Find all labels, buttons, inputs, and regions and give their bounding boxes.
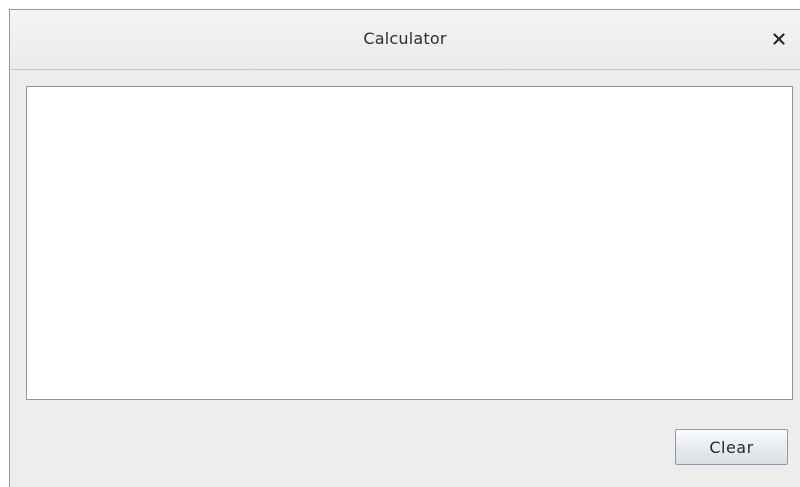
window-title: Calculator [363, 29, 447, 48]
close-icon [773, 33, 785, 45]
calculator-display[interactable] [26, 86, 793, 400]
title-bar[interactable]: Calculator [10, 10, 800, 70]
clear-button[interactable]: Clear [675, 429, 788, 465]
calculator-window: Calculator Clear [9, 9, 800, 487]
close-button[interactable] [768, 28, 790, 50]
